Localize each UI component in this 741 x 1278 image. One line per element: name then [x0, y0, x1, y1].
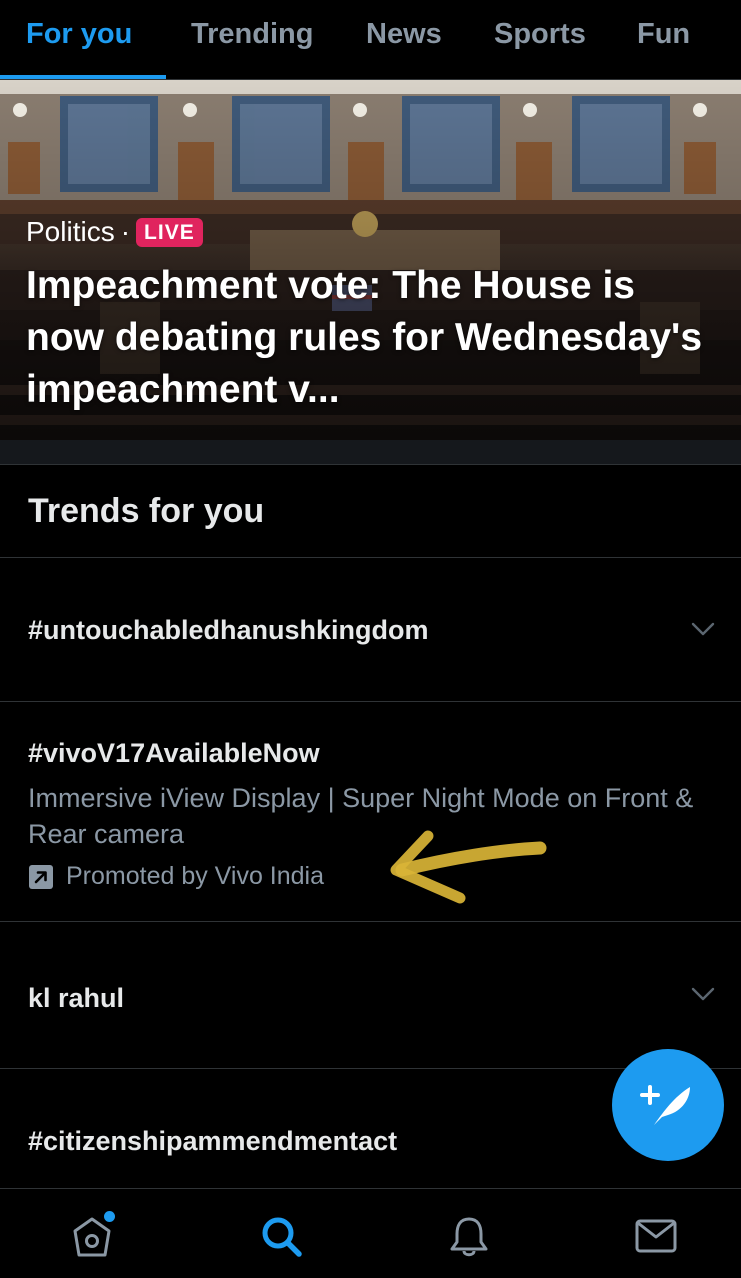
arrow-annotation-icon	[390, 830, 547, 904]
trends-title: Trends for you	[28, 492, 265, 530]
hero-story-card[interactable]: Politics · LIVE Impeachment vote: The Ho…	[0, 80, 741, 440]
tab-news[interactable]: News	[366, 18, 442, 51]
hero-category: Politics	[26, 216, 115, 247]
home-notification-dot	[104, 1211, 115, 1222]
divider	[0, 557, 741, 558]
divider	[0, 701, 741, 702]
trend-name[interactable]: #untouchabledhanushkingdom	[28, 615, 429, 646]
trend-name[interactable]: #citizenshipammendmentact	[28, 1126, 397, 1157]
trend-name[interactable]: #vivoV17AvailableNow	[28, 738, 320, 769]
chevron-down-icon[interactable]	[691, 622, 715, 636]
nav-notifications[interactable]	[444, 1211, 494, 1261]
bottom-navigation	[0, 1188, 741, 1278]
nav-messages[interactable]	[631, 1211, 681, 1261]
hero-meta: Politics · LIVE	[26, 216, 203, 248]
tab-fun[interactable]: Fun	[637, 18, 690, 51]
mail-icon	[635, 1219, 677, 1253]
explore-tabs: For you Trending News Sports Fun	[0, 0, 741, 80]
section-gap	[0, 440, 741, 465]
promoted-text: Promoted by Vivo India	[66, 862, 325, 890]
tab-trending[interactable]: Trending	[191, 18, 313, 51]
search-icon	[262, 1217, 302, 1257]
trend-description: Immersive iView Display | Super Night Mo…	[28, 783, 694, 849]
explore-screen: For you Trending News Sports Fun Politic…	[0, 0, 741, 1278]
nav-search[interactable]	[256, 1211, 306, 1261]
divider	[0, 921, 741, 922]
chevron-down-icon[interactable]	[691, 987, 715, 1001]
compose-tweet-icon	[640, 1085, 690, 1125]
compose-tweet-button[interactable]	[612, 1049, 724, 1161]
hero-headline[interactable]: Impeachment vote: The House is now debat…	[26, 260, 706, 416]
promoted-icon	[29, 864, 53, 889]
bell-icon	[450, 1217, 488, 1257]
live-badge: LIVE	[136, 217, 203, 247]
hero-separator: ·	[120, 216, 131, 247]
tab-sports[interactable]: Sports	[494, 18, 586, 51]
tab-for-you[interactable]: For you	[26, 18, 132, 51]
trend-name[interactable]: kl rahul	[28, 983, 124, 1014]
promoted-label: Promoted by Vivo India	[28, 862, 324, 891]
active-tab-indicator	[0, 75, 166, 79]
